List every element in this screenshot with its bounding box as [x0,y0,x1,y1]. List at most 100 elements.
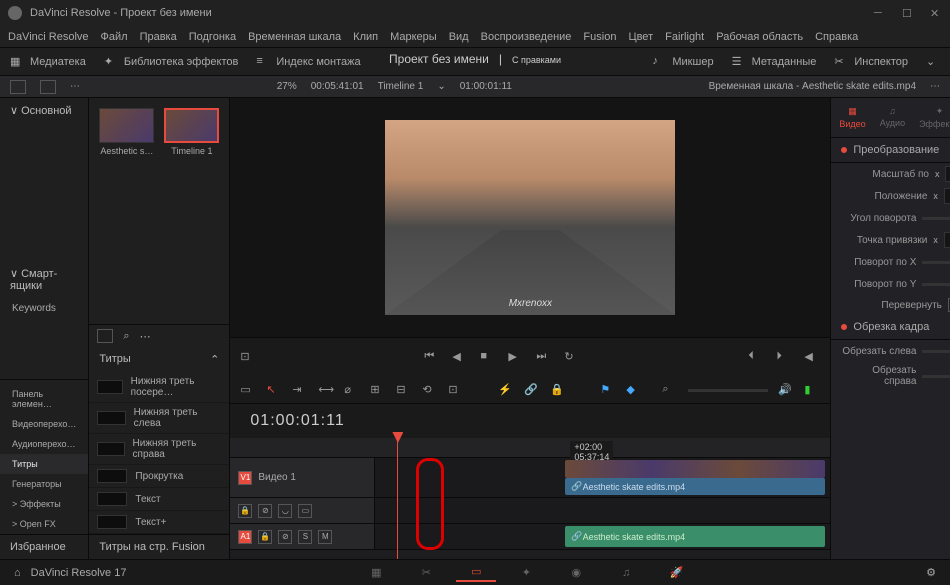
transform-header[interactable]: Преобразование [853,144,939,156]
prev-marker-icon[interactable]: ◀ [804,350,820,366]
menu-playback[interactable]: Воспроизведение [481,31,572,43]
rotation-slider[interactable] [922,217,950,220]
marker-icon[interactable]: ◆ [626,383,642,399]
timeline[interactable]: V1 Видео 1 +02:0005:37:14 🔗 Aesthetic sk… [230,438,830,559]
selection-tool-icon[interactable]: ↖ [266,383,282,399]
tab-index[interactable]: ≡ Индекс монтажа [256,55,360,69]
menu-dots-icon[interactable]: ⋯ [70,81,80,92]
search-icon[interactable]: ⌕ [123,330,129,343]
tab-mixer[interactable]: ♪ Микшер [652,55,713,69]
track-solo-button[interactable]: S [298,530,312,544]
sidebar-section-0[interactable]: Панель элемен… [0,384,88,414]
home-icon[interactable]: ⌂ [14,567,21,579]
loop-icon[interactable]: ↻ [564,350,580,366]
trim-tool-icon[interactable]: ⇥ [292,383,308,399]
menu-dots-icon-3[interactable]: ⋯ [140,330,151,343]
title-item-2[interactable]: Нижняя треть справа [89,434,229,465]
menu-markers[interactable]: Маркеры [390,31,437,43]
timeline-thumb[interactable]: Timeline 1 [164,108,219,156]
bin-main-header[interactable]: ∨ Основной [0,98,88,123]
page-fairlight[interactable]: ♫ [606,564,646,582]
track-disable-icon[interactable]: ⊘ [258,504,272,518]
menu-davinci[interactable]: DaVinci Resolve [8,31,89,43]
viewer-frame[interactable]: Mxrenoxx [385,120,675,315]
expand-icon[interactable]: ⌄ [926,55,940,69]
next-edit-icon[interactable]: ⏵ [776,350,792,366]
sidebar-section-5[interactable]: > Эффекты [0,494,88,514]
keywords-bin[interactable]: Keywords [0,298,88,319]
audio-clip[interactable]: 🔗 Aesthetic skate edits.mp4 [565,526,825,547]
menu-color[interactable]: Цвет [628,31,653,43]
track-a-disable-icon[interactable]: ⊘ [278,530,292,544]
menu-file[interactable]: Файл [101,31,128,43]
volume-icon[interactable]: 🔊 [778,383,794,399]
fusion-titles-header[interactable]: Титры на стр. Fusion [89,534,229,559]
track-v1-label[interactable]: V1 [238,471,252,485]
page-fusion[interactable]: ✦ [506,564,546,582]
page-deliver[interactable]: 🚀 [656,564,696,582]
video-clip[interactable]: 🔗 Aesthetic skate edits.mp4 [565,478,825,495]
tab-metadata[interactable]: ☰ Метаданные [732,55,817,69]
title-item-3[interactable]: Прокрутка [89,465,229,488]
favorites-header[interactable]: Избранное [0,534,88,559]
playhead[interactable] [397,438,398,559]
track-curve-icon[interactable]: ◡ [278,504,292,518]
minimize-button[interactable]: ─ [874,7,886,19]
menu-trim[interactable]: Подгонка [189,31,236,43]
replace-icon[interactable]: ⟲ [422,383,438,399]
lock-icon[interactable]: 🔒 [550,383,566,399]
zoom-slider[interactable] [688,389,768,392]
inspector-tab-audio[interactable]: ♫Аудио [880,106,905,129]
rotx-slider[interactable] [922,261,950,264]
crop-left-slider[interactable] [922,350,950,353]
prev-edit-icon[interactable]: ⏴ [748,350,764,366]
crop-header[interactable]: Обрезка кадра [853,321,929,333]
tab-media[interactable]: ▦ Медиатека [10,55,86,69]
sidebar-section-2[interactable]: Аудиоперехо… [0,434,88,454]
fit-icon[interactable]: ⊡ [448,383,464,399]
pos-x-field[interactable]: 0.000 [944,188,950,204]
chevron-down-icon[interactable]: ⌄ [437,81,445,92]
menu-fairlight[interactable]: Fairlight [665,31,704,43]
track-lock-icon[interactable]: 🔒 [238,504,252,518]
settings-icon[interactable]: ⚙ [926,566,936,579]
titles-list-header[interactable]: Титры ⌃ [89,347,229,372]
crop-right-slider[interactable] [922,375,950,378]
zoom-search-icon[interactable]: ⌕ [662,383,678,399]
tab-inspector[interactable]: ✂ Инспектор [834,55,908,69]
sidebar-section-4[interactable]: Генераторы [0,474,88,494]
timeline-timecode[interactable]: 01:00:01:11 [230,404,830,438]
tab-effects[interactable]: ✦ Библиотека эффектов [104,55,239,69]
blade-tool-icon[interactable]: ⌀ [344,383,360,399]
timeline-ruler[interactable] [230,438,830,458]
snap-icon[interactable]: ⚡ [498,383,514,399]
timeline-view-icon[interactable]: ▭ [240,383,256,399]
menu-workspace[interactable]: Рабочая область [716,31,803,43]
inspector-tab-effects[interactable]: ✦Эффекты [919,106,950,129]
page-cut[interactable]: ✂ [406,564,446,582]
flag-icon[interactable]: ⚑ [600,383,616,399]
menu-dots-icon-2[interactable]: ⋯ [930,81,940,92]
track-mute-button[interactable]: M [318,530,332,544]
close-button[interactable]: ✕ [930,7,942,19]
title-item-4[interactable]: Текст [89,488,229,511]
page-media[interactable]: ▦ [356,564,396,582]
overwrite-icon[interactable]: ⊟ [396,383,412,399]
scale-x-field[interactable]: 1.000 [945,166,950,182]
title-item-5[interactable]: Текст+ [89,511,229,534]
menu-clip[interactable]: Клип [353,31,378,43]
track-box-icon[interactable]: ▭ [298,504,312,518]
video-clip-thumbs[interactable] [565,460,825,478]
link-icon[interactable]: 🔗 [524,383,540,399]
roty-slider[interactable] [922,283,950,286]
titles-view-icon[interactable] [97,329,113,343]
title-item-0[interactable]: Нижняя треть посере… [89,372,229,403]
anchor-x-field[interactable]: 0.000 [944,232,950,248]
meter-icon[interactable]: ▮ [804,383,820,399]
sidebar-section-6[interactable]: > Open FX [0,514,88,534]
stop-icon[interactable]: ■ [480,350,496,366]
timeline-name[interactable]: Timeline 1 [378,81,424,92]
list-view-icon[interactable] [10,80,26,94]
media-clip-thumb[interactable]: Aesthetic s… [99,108,154,156]
jump-start-icon[interactable]: ⏮ [424,350,440,366]
